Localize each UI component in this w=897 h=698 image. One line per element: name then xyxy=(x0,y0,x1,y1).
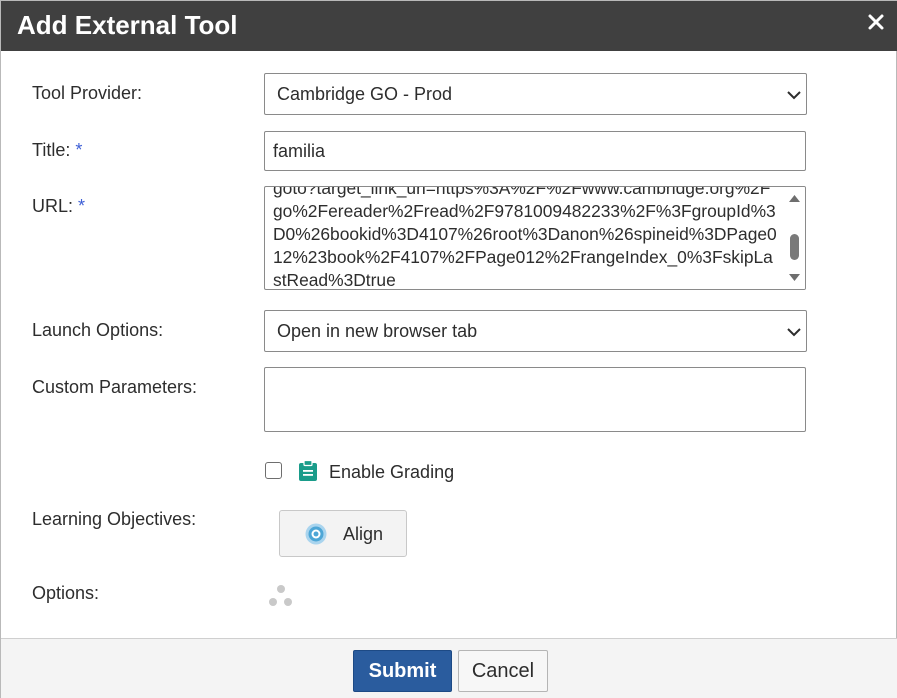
chevron-down-icon xyxy=(787,328,801,337)
scrollbar-thumb[interactable] xyxy=(790,234,799,260)
clipboard-icon xyxy=(299,460,317,481)
add-external-tool-dialog: Add External Tool Tool Provider: Cambrid… xyxy=(0,0,897,698)
submit-button[interactable]: Submit xyxy=(353,650,452,692)
title-input-value: familia xyxy=(273,141,326,161)
align-button[interactable]: Align xyxy=(279,510,407,557)
url-label: URL: * xyxy=(32,196,86,216)
dialog-titlebar: Add External Tool xyxy=(1,1,897,51)
tool-provider-value: Cambridge GO - Prod xyxy=(277,84,453,104)
target-icon xyxy=(305,523,327,545)
chevron-down-icon xyxy=(787,91,801,100)
submit-button-label: Submit xyxy=(368,660,437,682)
launch-options-value: Open in new browser tab xyxy=(277,321,478,341)
launch-options-label: Launch Options: xyxy=(32,320,164,340)
tool-provider-select[interactable]: Cambridge GO - Prod xyxy=(264,73,807,115)
url-textarea[interactable]: goto?target_link_uri=https%3A%2F%2Fwww.c… xyxy=(264,186,806,290)
dialog-title: Add External Tool xyxy=(17,10,238,40)
title-label: Title: * xyxy=(32,140,83,160)
cancel-button[interactable]: Cancel xyxy=(458,650,548,692)
enable-grading-checkbox[interactable] xyxy=(265,462,282,479)
custom-parameters-textarea[interactable] xyxy=(264,367,806,432)
close-icon[interactable] xyxy=(866,11,886,33)
url-scrollbar[interactable] xyxy=(783,187,805,289)
custom-parameters-label: Custom Parameters: xyxy=(32,377,198,397)
scroll-up-arrow-icon[interactable] xyxy=(788,193,801,203)
loading-dots-icon xyxy=(269,585,292,606)
required-marker: * xyxy=(78,196,86,216)
tool-provider-label: Tool Provider: xyxy=(32,83,143,103)
cancel-button-label: Cancel xyxy=(471,660,535,682)
options-label: Options: xyxy=(32,583,100,603)
scroll-down-arrow-icon[interactable] xyxy=(788,273,801,283)
dialog-footer: Submit Cancel xyxy=(1,638,897,698)
title-input[interactable]: familia xyxy=(264,131,806,171)
align-button-label: Align xyxy=(343,524,384,544)
enable-grading-label: Enable Grading xyxy=(329,462,455,482)
url-textarea-value: goto?target_link_uri=https%3A%2F%2Fwww.c… xyxy=(273,186,777,290)
learning-objectives-label: Learning Objectives: xyxy=(32,509,197,529)
required-marker: * xyxy=(75,140,83,160)
launch-options-select[interactable]: Open in new browser tab xyxy=(264,310,807,352)
